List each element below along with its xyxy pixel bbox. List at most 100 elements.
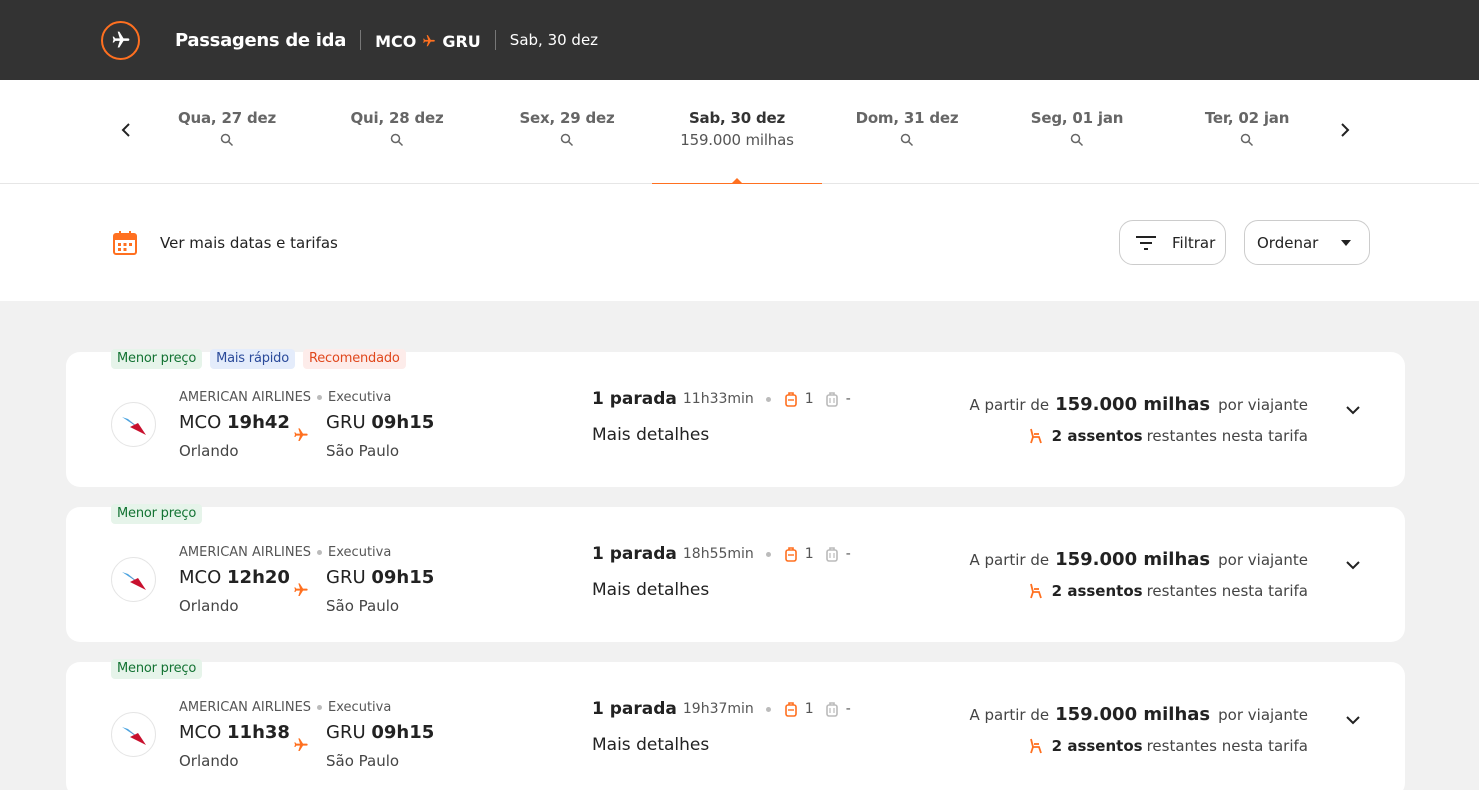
stops-info: 1 parada 19h37min 1 -	[592, 699, 851, 719]
date-tab[interactable]: Qua, 27 dez	[142, 80, 312, 184]
chevron-down-icon[interactable]	[1341, 708, 1365, 732]
more-dates-link[interactable]: Ver mais datas e tarifas	[112, 230, 338, 256]
seats-count: 2 assentos	[1051, 737, 1143, 755]
arrival-city: São Paulo	[326, 752, 400, 770]
search-icon	[1240, 133, 1254, 147]
dot-separator	[765, 396, 771, 402]
chevron-left-icon[interactable]	[114, 118, 138, 142]
more-dates-label: Ver mais datas e tarifas	[160, 234, 338, 252]
page-title: Passagens de ida	[175, 29, 347, 51]
dot-separator	[317, 395, 323, 400]
price-suffix: por viajante	[1218, 706, 1308, 724]
destination-code: GRU	[442, 31, 481, 51]
badge-recommended: Recomendado	[303, 349, 406, 369]
price-miles: 159.000 milhas	[1055, 549, 1211, 570]
price-suffix: por viajante	[1218, 551, 1308, 569]
seats-count: 2 assentos	[1051, 427, 1143, 445]
filter-bar: Ver mais datas e tarifas Filtrar Ordenar	[0, 184, 1479, 301]
arrival: GRU 09h15	[326, 412, 434, 433]
checked-bag-count: -	[845, 391, 851, 407]
backpack-icon	[784, 702, 797, 717]
filter-button[interactable]: Filtrar	[1119, 220, 1226, 265]
flight-card[interactable]: Menor preço Mais rápido Recomendado AMER…	[66, 349, 1405, 487]
date-tab[interactable]: Qui, 28 dez	[312, 80, 482, 184]
seat-icon	[1029, 583, 1042, 599]
date-tab[interactable]: Sex, 29 dez	[482, 80, 652, 184]
date-tab-active[interactable]: Sab, 30 dez 159.000 milhas	[652, 80, 822, 185]
origin-code: MCO	[375, 31, 417, 51]
search-icon	[900, 133, 914, 147]
dot-separator	[317, 705, 323, 710]
date-tabs: Qua, 27 dez Qui, 28 dez Sex, 29 dez Sab,…	[142, 80, 1332, 185]
route-plane-icon	[423, 35, 436, 47]
seats-suffix: restantes nesta tarifa	[1146, 737, 1308, 755]
checked-bag-count: -	[845, 546, 851, 562]
airline-name: AMERICAN AIRLINES	[179, 390, 312, 405]
airline-logo	[111, 557, 156, 602]
chevron-right-icon[interactable]	[1333, 118, 1357, 142]
stop-count: 1 parada	[592, 699, 677, 719]
price-prefix: A partir de	[969, 551, 1050, 569]
departure-city: Orlando	[179, 752, 239, 770]
flight-card[interactable]: Menor preço AMERICAN AIRLINES Executiva …	[66, 659, 1405, 790]
departure-code: MCO	[179, 722, 222, 743]
departure-time: 19h42	[227, 412, 290, 433]
stop-count: 1 parada	[592, 389, 677, 409]
date-tab-label: Dom, 31 dez	[855, 109, 959, 127]
duration: 19h37min	[682, 701, 754, 717]
arrival-time: 09h15	[371, 567, 435, 588]
price-prefix: A partir de	[969, 396, 1050, 414]
details-link[interactable]: Mais detalhes	[592, 735, 709, 755]
departure: MCO 19h42	[179, 412, 290, 433]
date-tab[interactable]: Dom, 31 dez	[822, 80, 992, 184]
stops-info: 1 parada 11h33min 1 -	[592, 389, 851, 409]
chevron-down-icon[interactable]	[1341, 398, 1365, 422]
airline-logo	[111, 402, 156, 447]
cabin-class: Executiva	[328, 545, 392, 560]
date-tab[interactable]: Ter, 02 jan	[1162, 80, 1332, 184]
date-selector: Qua, 27 dez Qui, 28 dez Sex, 29 dez Sab,…	[0, 80, 1479, 185]
badge-lowest-price: Menor preço	[111, 659, 203, 679]
seats-remaining: 2 assentos restantes nesta tarifa	[1028, 737, 1308, 755]
departure-time: 12h20	[227, 567, 290, 588]
departure-code: MCO	[179, 412, 222, 433]
top-bar: Passagens de ida MCO GRU Sab, 30 dez	[0, 0, 1479, 80]
price-miles: 159.000 milhas	[1055, 394, 1211, 415]
cabin-class: Executiva	[328, 390, 392, 405]
order-dropdown[interactable]: Ordenar	[1244, 220, 1370, 265]
search-icon	[390, 133, 404, 147]
details-link[interactable]: Mais detalhes	[592, 425, 709, 445]
date-tab-label: Sab, 30 dez	[688, 109, 786, 127]
divider	[494, 30, 496, 50]
arrival: GRU 09h15	[326, 722, 434, 743]
calendar-icon	[113, 231, 137, 255]
details-link[interactable]: Mais detalhes	[592, 580, 709, 600]
arrival: GRU 09h15	[326, 567, 434, 588]
backpack-icon	[784, 547, 797, 562]
departure: MCO 11h38	[179, 722, 290, 743]
seats-remaining: 2 assentos restantes nesta tarifa	[1028, 427, 1308, 445]
airline-info: AMERICAN AIRLINES Executiva	[179, 390, 391, 405]
selected-date: Sab, 30 dez	[509, 31, 599, 49]
airline-info: AMERICAN AIRLINES Executiva	[179, 545, 391, 560]
departure: MCO 12h20	[179, 567, 290, 588]
date-tab-label: Ter, 02 jan	[1204, 109, 1290, 127]
chevron-down-icon[interactable]	[1341, 553, 1365, 577]
date-tab-label: Qua, 27 dez	[177, 109, 276, 127]
dot-separator	[765, 706, 771, 712]
arrival-city: São Paulo	[326, 597, 400, 615]
arrival-city: São Paulo	[326, 442, 400, 460]
flight-card[interactable]: Menor preço AMERICAN AIRLINES Executiva …	[66, 504, 1405, 642]
arrival-code: GRU	[326, 567, 366, 588]
date-tab[interactable]: Seg, 01 jan	[992, 80, 1162, 184]
dot-separator	[765, 551, 771, 557]
seats-count: 2 assentos	[1051, 582, 1143, 600]
airline-info: AMERICAN AIRLINES Executiva	[179, 700, 391, 715]
badges: Menor preço	[111, 659, 203, 679]
route-summary: MCO GRU	[375, 32, 481, 51]
arrival-time: 09h15	[371, 412, 435, 433]
cabin-class: Executiva	[328, 700, 392, 715]
airline-name: AMERICAN AIRLINES	[179, 700, 312, 715]
caret-down-icon	[1341, 239, 1352, 246]
badge-fastest: Mais rápido	[210, 349, 295, 369]
